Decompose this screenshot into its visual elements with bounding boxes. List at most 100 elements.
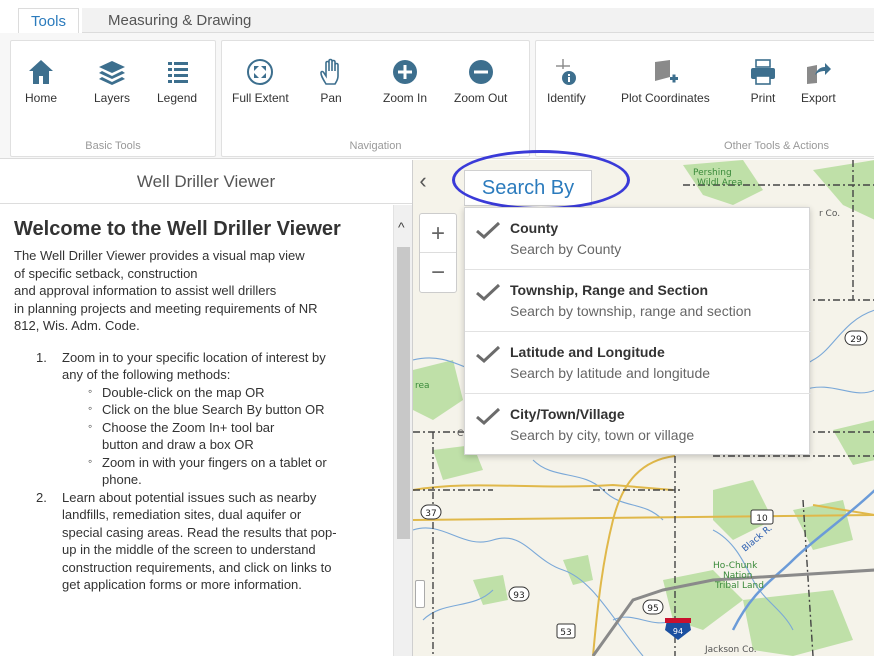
- instruction-step: 1. Zoom in to your specific location of …: [36, 349, 379, 489]
- search-option-county[interactable]: County Search by County: [465, 208, 811, 270]
- search-option-township[interactable]: Township, Range and Section Search by to…: [465, 270, 811, 332]
- export-label: Export: [801, 91, 836, 105]
- legend-button[interactable]: Legend: [157, 57, 197, 105]
- option-subtitle: Search by city, town or village: [510, 427, 695, 443]
- option-title: County: [510, 220, 559, 236]
- search-by-dropdown: County Search by County Township, Range …: [464, 207, 811, 456]
- option-subtitle: Search by latitude and longitude: [510, 365, 711, 381]
- step-line: up in the middle of the screen to unders…: [62, 542, 316, 557]
- home-icon: [25, 57, 57, 87]
- intro-line: and approval information to assist well …: [14, 283, 277, 298]
- layers-button[interactable]: Layers: [94, 57, 130, 105]
- scroll-up-arrow-icon[interactable]: ^: [398, 219, 405, 235]
- area-label: rea: [415, 381, 430, 391]
- county-label: r Co.: [819, 209, 840, 219]
- layers-icon: [94, 57, 130, 87]
- collapse-panel-chevron-icon[interactable]: ‹: [413, 170, 433, 194]
- instructions-list: 1. Zoom in to your specific location of …: [36, 349, 379, 594]
- navigation-caption: Navigation: [349, 140, 402, 152]
- basic-tools-group: Home Layers Legend Basic Tools: [10, 40, 216, 157]
- route-10-shield: 10: [750, 509, 774, 525]
- layers-label: Layers: [94, 91, 131, 105]
- route-37-shield: 37: [420, 504, 442, 520]
- plot-coordinates-button[interactable]: Plot Coordinates: [621, 57, 710, 105]
- print-icon: [748, 57, 778, 87]
- map-zoom-in-button[interactable]: +: [420, 214, 456, 253]
- step-line: special casing areas. Read the results t…: [62, 524, 337, 540]
- tab-tools[interactable]: Tools: [18, 8, 80, 34]
- highlight-circle: [452, 150, 630, 210]
- home-label: Home: [25, 91, 58, 105]
- legend-icon: [157, 57, 197, 87]
- identify-button[interactable]: Identify: [547, 57, 586, 105]
- svg-text:53: 53: [560, 628, 571, 638]
- checkmark-icon: [476, 407, 501, 426]
- instruction-step: 2. Learn about potential issues such as …: [36, 489, 379, 594]
- pan-button[interactable]: Pan: [316, 57, 346, 105]
- pan-hand-icon: [316, 57, 346, 87]
- step-line: Zoom in to your specific location of int…: [62, 349, 326, 365]
- full-extent-button[interactable]: Full Extent: [232, 57, 289, 105]
- svg-text:93: 93: [513, 591, 524, 601]
- print-label: Print: [750, 91, 776, 105]
- tribal-land-label: Tribal Land: [714, 581, 764, 591]
- zoom-in-icon: [383, 57, 427, 87]
- identify-icon: [547, 57, 586, 87]
- panel-splitter-handle[interactable]: [415, 580, 425, 608]
- svg-text:37: 37: [425, 509, 436, 519]
- other-tools-caption: Other Tools & Actions: [724, 140, 829, 152]
- search-option-city[interactable]: City/Town/Village Search by city, town o…: [465, 394, 811, 456]
- ho-chunk-label: Ho-Chunk: [713, 561, 758, 571]
- svg-text:29: 29: [850, 335, 862, 345]
- checkmark-icon: [476, 283, 501, 302]
- zoom-out-button[interactable]: Zoom Out: [454, 57, 507, 105]
- tab-measuring-drawing[interactable]: Measuring & Drawing: [96, 8, 263, 34]
- scroll-thumb[interactable]: [397, 247, 410, 539]
- methods-list: Double-click on the map OR Click on the …: [88, 383, 379, 489]
- export-icon: [801, 57, 836, 87]
- map-zoom-out-button[interactable]: −: [420, 253, 456, 292]
- method-item: Choose the Zoom In+ tool barbutton and d…: [88, 418, 379, 454]
- identify-label: Identify: [547, 91, 586, 105]
- ribbon-tabbar: Tools Measuring & Drawing: [0, 0, 874, 34]
- welcome-panel: Welcome to the Well Driller Viewer The W…: [0, 205, 393, 656]
- route-95-shield: 95: [642, 599, 664, 615]
- step-number: 1.: [36, 349, 47, 365]
- welcome-title: Welcome to the Well Driller Viewer: [14, 218, 341, 240]
- basic-tools-caption: Basic Tools: [85, 140, 141, 152]
- step-line: get application forms or more informatio…: [62, 577, 302, 592]
- svg-text:95: 95: [647, 604, 658, 614]
- method-item: Zoom in with your fingers on a tablet or…: [88, 453, 379, 489]
- option-subtitle: Search by County: [510, 241, 622, 257]
- print-button[interactable]: Print: [748, 57, 778, 105]
- ribbon-toolbar: Home Layers Legend Basic Tools Full Exte…: [0, 33, 874, 159]
- export-button[interactable]: Export: [801, 57, 836, 105]
- plot-coordinates-label: Plot Coordinates: [621, 91, 710, 105]
- full-extent-icon: [232, 57, 289, 87]
- zoom-out-icon: [454, 57, 507, 87]
- option-title: Township, Range and Section: [510, 282, 709, 298]
- full-extent-label: Full Extent: [232, 91, 289, 105]
- method-item: Double-click on the map OR: [88, 383, 379, 402]
- wildarea-label: Wildl Area: [697, 178, 743, 188]
- intro-line: of specific setback, construction: [14, 265, 198, 281]
- other-tools-group: Identify Plot Coordinates Print Export O…: [535, 40, 874, 157]
- interstate-94-shield: 94: [665, 618, 691, 640]
- navigation-group: Full Extent Pan Zoom In Zoom Out Navigat…: [221, 40, 530, 157]
- option-subtitle: Search by township, range and section: [510, 303, 752, 319]
- nation-label: Nation: [723, 571, 753, 581]
- jackson-county-label: Jackson Co.: [704, 645, 757, 655]
- c-label: C: [457, 429, 463, 439]
- zoom-in-button[interactable]: Zoom In: [383, 57, 427, 105]
- pan-label: Pan: [320, 91, 342, 105]
- panel-scrollbar[interactable]: ^: [393, 205, 412, 656]
- option-title: Latitude and Longitude: [510, 344, 665, 360]
- checkmark-icon: [476, 345, 501, 364]
- search-option-lat-long[interactable]: Latitude and Longitude Search by latitud…: [465, 332, 811, 394]
- method-item: Click on the blue Search By button OR: [88, 400, 379, 419]
- intro-text: The Well Driller Viewer provides a visua…: [14, 247, 379, 335]
- home-button[interactable]: Home: [25, 57, 57, 105]
- zoom-in-label: Zoom In: [383, 91, 428, 105]
- plot-coordinates-icon: [621, 57, 710, 87]
- svg-text:94: 94: [673, 627, 683, 636]
